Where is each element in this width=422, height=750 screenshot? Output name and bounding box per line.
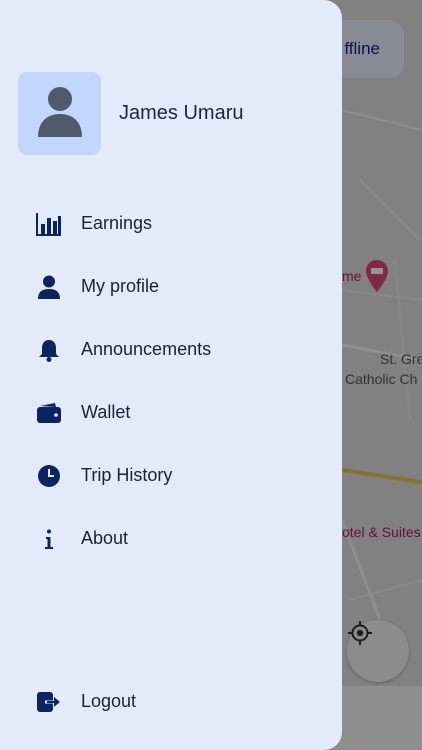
menu-item-about[interactable]: About	[0, 507, 342, 570]
info-icon	[36, 526, 62, 552]
profile-header[interactable]: James Umaru	[18, 72, 243, 155]
bar-chart-icon	[36, 211, 62, 237]
logout-icon	[36, 689, 62, 715]
menu-item-earnings[interactable]: Earnings	[0, 192, 342, 255]
menu-label-earnings: Earnings	[81, 213, 153, 233]
wallet-icon	[36, 400, 62, 426]
menu-item-trip-history[interactable]: Trip History	[0, 444, 342, 507]
menu-item-wallet[interactable]: Wallet	[0, 381, 342, 444]
person-icon	[36, 85, 84, 142]
menu-label-announcements: Announcements	[81, 339, 212, 359]
menu-item-announcements[interactable]: Announcements	[0, 318, 342, 381]
person-icon	[36, 274, 62, 300]
logout-label: Logout	[81, 691, 137, 711]
avatar	[18, 72, 101, 155]
menu-label-trip-history: Trip History	[81, 465, 173, 485]
menu-item-my-profile[interactable]: My profile	[0, 255, 342, 318]
clock-icon	[36, 463, 62, 489]
user-name: James Umaru	[119, 102, 244, 124]
menu-label-my-profile: My profile	[81, 276, 160, 296]
navigation-drawer: James Umaru Earnings My profile Announce…	[0, 0, 342, 750]
logout-button[interactable]: Logout	[0, 670, 342, 733]
drawer-menu: Earnings My profile Announcements Wallet…	[0, 192, 342, 570]
bell-icon	[36, 337, 62, 363]
menu-label-wallet: Wallet	[81, 402, 131, 422]
menu-label-about: About	[81, 528, 129, 548]
